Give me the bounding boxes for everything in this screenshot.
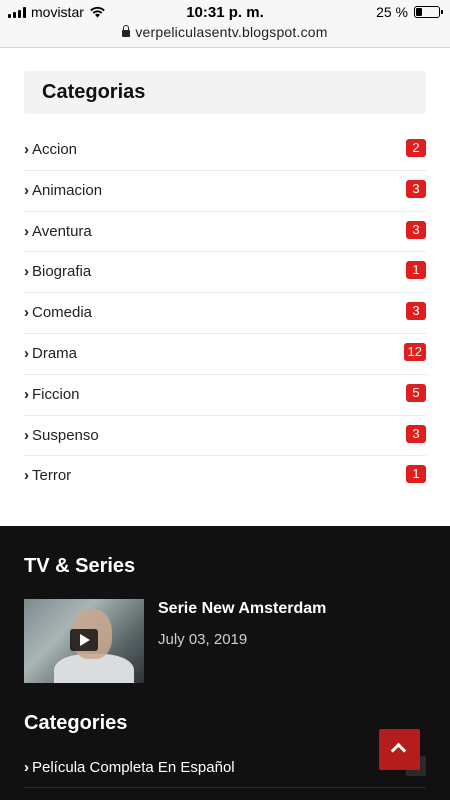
status-right: 25 % xyxy=(376,4,443,20)
count-badge: 5 xyxy=(406,383,426,402)
category-label[interactable]: Drama xyxy=(32,345,77,362)
chevron-right-icon: › xyxy=(24,181,29,199)
category-item[interactable]: › Accion 2 xyxy=(24,130,426,171)
categories-title: Categories xyxy=(24,712,128,734)
post-date: July 03, 2019 xyxy=(158,631,248,648)
category-item[interactable]: › Biografia 1 xyxy=(24,252,426,294)
category-item[interactable]: › Aventura 3 xyxy=(24,212,426,253)
count-badge: 3 xyxy=(406,302,426,321)
status-bar: movistar 10:31 p. m. 25 % xyxy=(0,0,450,24)
count-badge: 3 xyxy=(406,179,426,198)
category-label[interactable]: Aventura xyxy=(32,223,92,240)
battery-icon xyxy=(414,6,443,18)
chevron-right-icon: › xyxy=(24,141,29,158)
divider xyxy=(24,787,426,788)
browser-chrome: movistar 10:31 p. m. 25 % verpeliculasen… xyxy=(0,0,450,48)
address-bar[interactable]: verpeliculasentv.blogspot.com xyxy=(0,24,450,42)
categorias-list: › Accion 2 › Animacion 3 › Aventura 3 › Biograf… xyxy=(24,130,426,497)
chevron-right-icon: › xyxy=(24,304,29,322)
count-badge: 1 xyxy=(406,261,426,280)
categorias-widget-header: Categorias xyxy=(24,71,426,114)
chevron-right-icon: › xyxy=(24,344,29,362)
category-item[interactable]: › Ficcion 5 xyxy=(24,375,426,416)
category-item[interactable]: › Animacion 3 xyxy=(24,171,426,212)
chevron-right-icon: › xyxy=(24,222,29,240)
count-badge: 12 xyxy=(403,342,426,361)
chevron-right-icon: › xyxy=(24,759,29,776)
category-label[interactable]: Terror xyxy=(32,467,71,484)
tv-series-title: TV & Series xyxy=(24,555,136,577)
url-text: verpeliculasentv.blogspot.com xyxy=(135,24,328,40)
count-badge: 1 xyxy=(406,465,426,484)
category-label[interactable]: Suspenso xyxy=(32,427,99,444)
post-title-link[interactable]: Serie New Amsterdam xyxy=(158,600,326,618)
count-badge: 3 xyxy=(406,220,426,239)
category-item[interactable]: › Drama 12 xyxy=(24,334,426,375)
footer-category-item[interactable]: › Película Completa En Español xyxy=(24,759,235,776)
chevron-right-icon: › xyxy=(24,385,29,403)
chevron-right-icon: › xyxy=(24,426,29,444)
lock-icon xyxy=(122,25,131,37)
count-badge: 3 xyxy=(406,424,426,443)
category-label[interactable]: Biografia xyxy=(32,263,91,280)
count-badge: 2 xyxy=(406,139,426,157)
play-icon[interactable] xyxy=(70,629,98,651)
category-label[interactable]: Ficcion xyxy=(32,386,80,403)
post-thumbnail[interactable] xyxy=(24,599,144,683)
chevron-right-icon: › xyxy=(24,263,29,281)
category-item[interactable]: › Comedia 3 xyxy=(24,293,426,334)
battery-percent: 25 % xyxy=(376,4,408,20)
category-label[interactable]: Animacion xyxy=(32,182,102,199)
category-label[interactable]: Accion xyxy=(32,141,77,158)
category-item[interactable]: › Terror 1 xyxy=(24,456,426,497)
chevron-right-icon: › xyxy=(24,467,29,485)
category-item[interactable]: › Suspenso 3 xyxy=(24,416,426,457)
category-label[interactable]: Comedia xyxy=(32,304,92,321)
categorias-title: Categorias xyxy=(42,81,146,103)
footer-category-label[interactable]: Película Completa En Español xyxy=(32,759,235,776)
back-to-top-button[interactable] xyxy=(379,729,420,770)
